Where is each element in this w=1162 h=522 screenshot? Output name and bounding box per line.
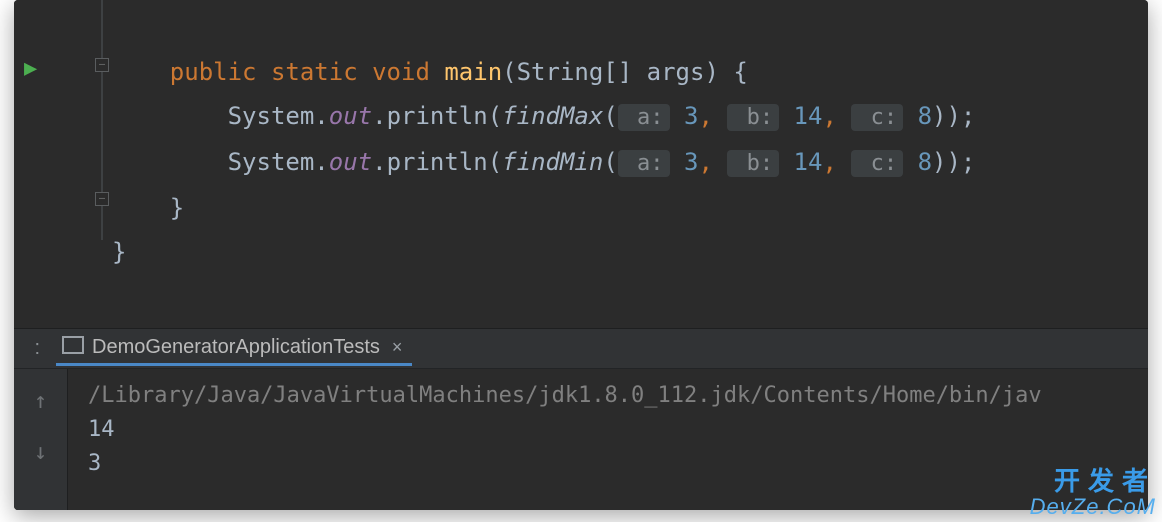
brace: }	[112, 238, 126, 266]
command-line: /Library/Java/JavaVirtualMachines/jdk1.8…	[88, 383, 1042, 408]
scroll-up-icon[interactable]: ↑	[34, 389, 47, 414]
scroll-down-icon[interactable]: ↓	[34, 440, 47, 465]
console-body: ↑ ↓ /Library/Java/JavaVirtualMachines/jd…	[14, 369, 1148, 510]
identifier: System	[228, 148, 315, 176]
fold-column: – –	[92, 0, 112, 328]
code-content[interactable]: public static void main(String[] args) {…	[112, 0, 1148, 328]
code-line: }	[112, 194, 184, 222]
brace: }	[112, 194, 184, 222]
param-hint: b:	[727, 104, 779, 131]
keyword: public	[170, 58, 257, 86]
number-literal: 8	[918, 102, 932, 130]
method-name: main	[444, 58, 502, 86]
code-line: System.out.println(findMin( a: 3, b: 14,…	[112, 148, 975, 176]
number-literal: 14	[794, 148, 823, 176]
ide-window: ▶ – – public static void main(String[] a…	[14, 0, 1148, 510]
number-literal: 8	[918, 148, 932, 176]
method-call: findMax	[502, 102, 603, 130]
number-literal: 14	[794, 102, 823, 130]
number-literal: 3	[684, 102, 698, 130]
code-line: }	[112, 238, 126, 266]
param-hint: a:	[618, 150, 670, 177]
keyword: static	[271, 58, 358, 86]
method-call: println	[387, 148, 488, 176]
keyword: void	[372, 58, 430, 86]
fold-toggle-icon[interactable]: –	[95, 192, 109, 206]
param-type: String[] args	[517, 58, 705, 86]
tab-prefix: :	[20, 337, 46, 360]
close-icon[interactable]: ×	[388, 337, 403, 358]
method-call: findMin	[502, 148, 603, 176]
console-output[interactable]: /Library/Java/JavaVirtualMachines/jdk1.8…	[68, 369, 1148, 510]
code-line: System.out.println(findMax( a: 3, b: 14,…	[112, 102, 975, 130]
editor-gutter: ▶ – –	[14, 0, 112, 328]
stdout-line: 3	[88, 451, 101, 476]
run-tool-window: : DemoGeneratorApplicationTests × ↑ ↓ /L…	[14, 328, 1148, 510]
code-line: public static void main(String[] args) {	[112, 58, 748, 86]
field: out	[329, 102, 372, 130]
param-hint: b:	[727, 150, 779, 177]
paren: (	[502, 58, 516, 86]
run-config-tab[interactable]: DemoGeneratorApplicationTests ×	[56, 332, 412, 366]
window-stack-icon	[66, 340, 84, 354]
run-gutter-icon[interactable]: ▶	[24, 56, 37, 81]
method-call: println	[387, 102, 488, 130]
field: out	[329, 148, 372, 176]
param-hint: c:	[851, 150, 903, 177]
tab-label: DemoGeneratorApplicationTests	[92, 336, 380, 359]
console-tab-bar: : DemoGeneratorApplicationTests ×	[14, 329, 1148, 369]
brace: ) {	[704, 58, 747, 86]
param-hint: c:	[851, 104, 903, 131]
code-editor[interactable]: ▶ – – public static void main(String[] a…	[14, 0, 1148, 328]
number-literal: 3	[684, 148, 698, 176]
identifier: System	[228, 102, 315, 130]
console-side-toolbar: ↑ ↓	[14, 369, 68, 510]
param-hint: a:	[618, 104, 670, 131]
stdout-line: 14	[88, 417, 115, 442]
fold-toggle-icon[interactable]: –	[95, 58, 109, 72]
